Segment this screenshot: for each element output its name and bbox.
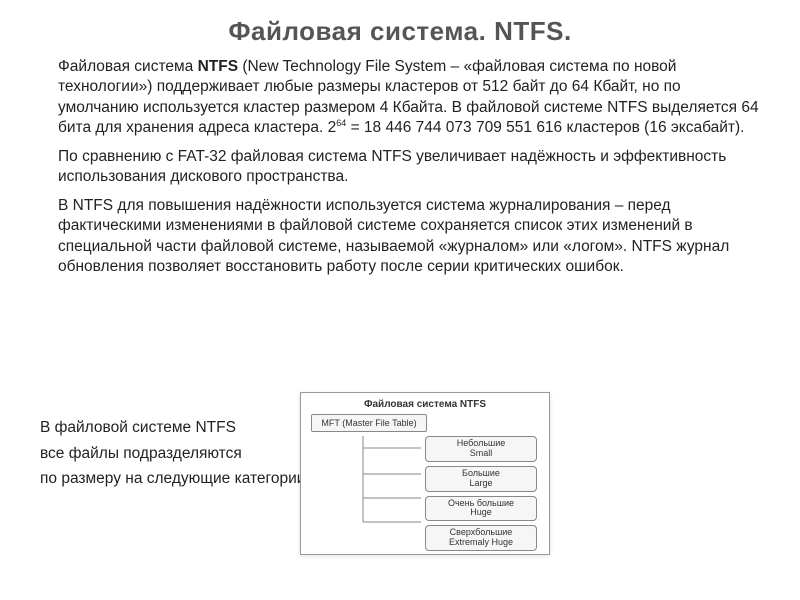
tree-connectors <box>309 436 429 544</box>
category-huge: Очень большие Huge <box>425 496 537 522</box>
paragraph-1: Файловая система NTFS (New Technology Fi… <box>40 57 760 139</box>
page-title: Файловая система. NTFS. <box>40 16 760 47</box>
category-large: Большие Large <box>425 466 537 492</box>
paragraph-3: В NTFS для повышения надёжности использу… <box>40 196 760 278</box>
diagram-title: Файловая система NTFS <box>309 399 541 410</box>
mft-box: MFT (Master File Table) <box>311 414 427 432</box>
p1-c: = 18 446 744 073 709 551 616 кластеров (… <box>346 120 744 137</box>
p1-sup: 64 <box>336 118 346 128</box>
ntfs-diagram: Файловая система NTFS MFT (Master File T… <box>300 392 550 555</box>
category-extremaly-huge: Сверхбольшие Extremaly Huge <box>425 525 537 551</box>
paragraph-2: По сравнению с FAT-32 файловая система N… <box>40 147 760 188</box>
p1-a: Файловая система <box>58 58 198 75</box>
category-small: Небольшие Small <box>425 436 537 462</box>
p1-bold: NTFS <box>198 58 238 75</box>
